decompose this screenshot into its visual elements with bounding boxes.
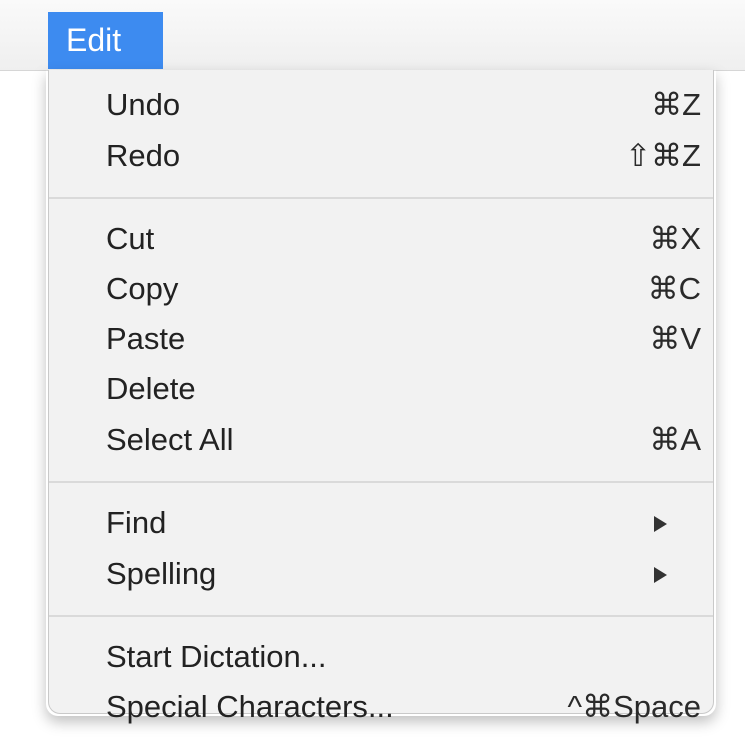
menu-item-spelling[interactable]: Spelling (49, 549, 713, 599)
menu-item-shortcut: ⌘V (649, 321, 701, 356)
menu-item-label: Cut (106, 221, 155, 256)
menu-item-find[interactable]: Find (49, 498, 713, 548)
menu-item-special-characters[interactable]: Special Characters... ^⌘Space (49, 682, 713, 732)
menu-item-undo[interactable]: Undo ⌘Z (49, 80, 713, 130)
edit-menu-title[interactable]: Edit (48, 12, 163, 69)
menu-item-cut[interactable]: Cut ⌘X (49, 214, 713, 264)
menu-item-label: Start Dictation... (106, 639, 327, 674)
menu-separator (49, 481, 713, 483)
menu-item-label: Select All (106, 422, 234, 457)
menu-separator (49, 615, 713, 617)
menu-item-label: Copy (106, 271, 179, 306)
menu-item-delete[interactable]: Delete (49, 364, 713, 414)
menu-separator (49, 197, 713, 199)
menu-item-shortcut: ⌘C (647, 271, 701, 306)
menu-item-paste[interactable]: Paste ⌘V (49, 314, 713, 364)
submenu-triangle-right-icon (654, 567, 667, 583)
menu-item-label: Undo (106, 87, 181, 122)
menu-item-label: Paste (106, 321, 186, 356)
menu-item-select-all[interactable]: Select All ⌘A (49, 415, 713, 465)
submenu-triangle-right-icon (654, 516, 667, 532)
menu-item-shortcut: ^⌘Space (567, 689, 701, 724)
edit-dropdown-menu: Undo ⌘Z Redo ⇧⌘Z Cut ⌘X Copy ⌘C Paste ⌘V… (48, 70, 714, 724)
menu-item-label: Find (106, 505, 167, 540)
menu-item-shortcut: ⌘Z (651, 87, 701, 122)
menu-item-shortcut: ⌘X (649, 221, 701, 256)
menu-item-shortcut: ⌘A (649, 422, 701, 457)
menu-item-label: Redo (106, 138, 181, 173)
menu-item-start-dictation[interactable]: Start Dictation... (49, 632, 713, 682)
menu-item-redo[interactable]: Redo ⇧⌘Z (49, 131, 713, 181)
menu-item-shortcut: ⇧⌘Z (625, 138, 701, 173)
menu-bar: Edit (0, 0, 745, 71)
menu-item-copy[interactable]: Copy ⌘C (49, 264, 713, 314)
menu-item-label: Delete (106, 371, 196, 406)
menu-item-label: Spelling (106, 556, 217, 591)
menu-item-label: Special Characters... (106, 689, 394, 724)
